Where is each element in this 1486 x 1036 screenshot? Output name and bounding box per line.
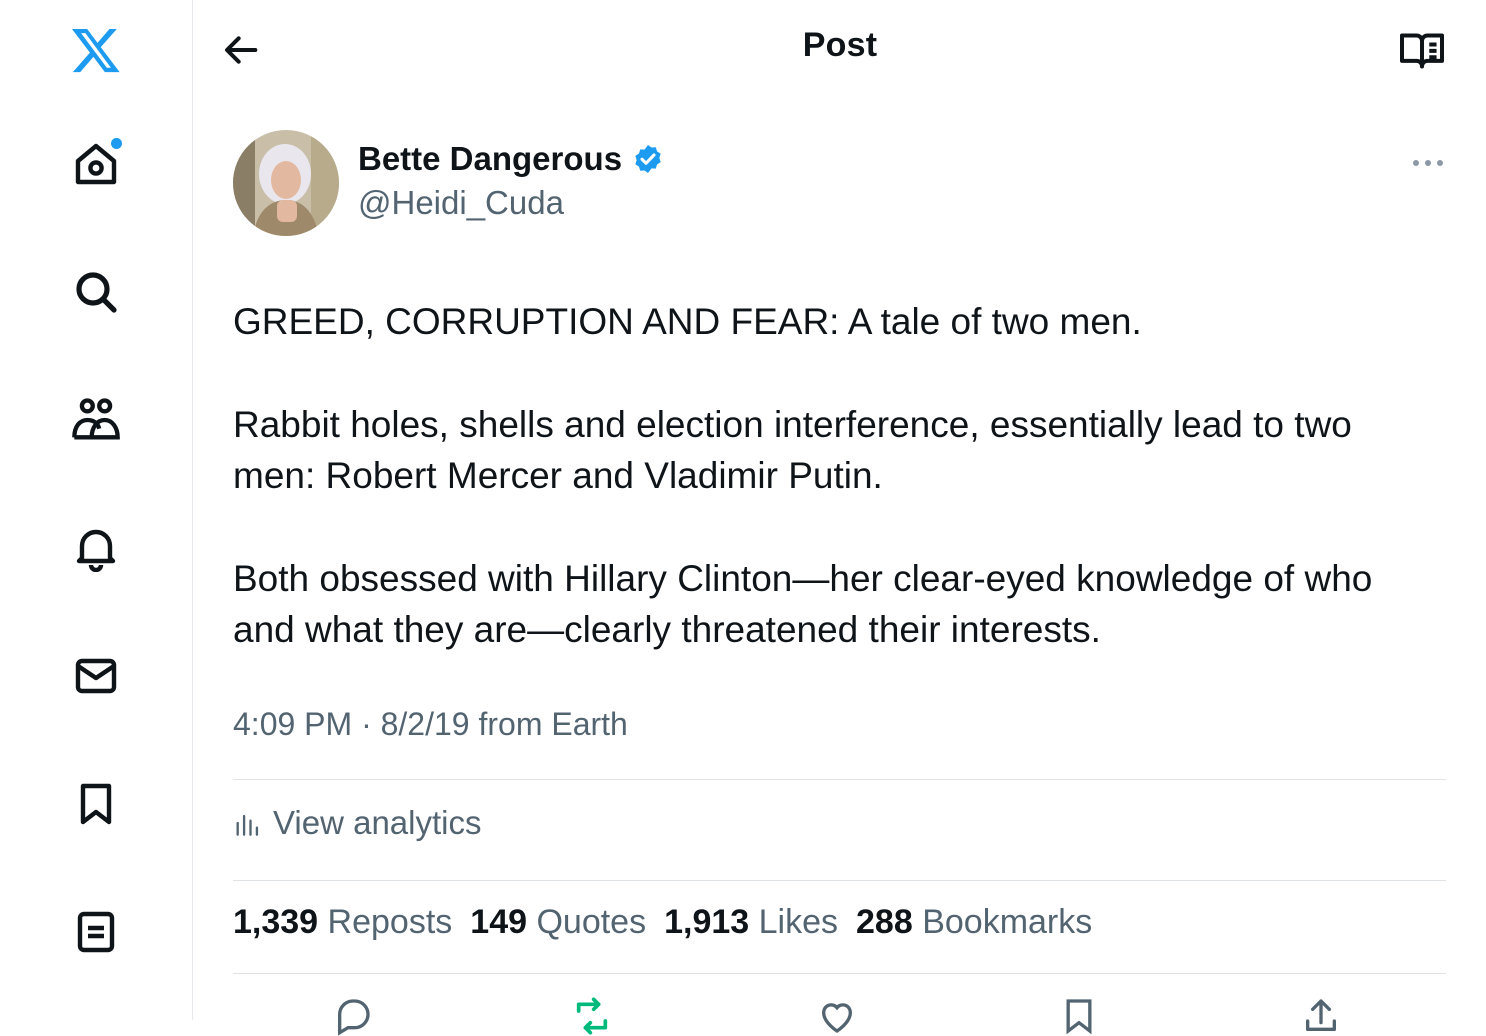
likes-count: 1,913 (664, 903, 750, 941)
notifications-icon[interactable] (66, 518, 126, 578)
more-options-button[interactable] (1406, 146, 1450, 180)
post-timestamp[interactable]: 4:09 PM · 8/2/19 from Earth (233, 706, 628, 743)
avatar-image (233, 130, 339, 236)
post-text: GREED, CORRUPTION AND FEAR: A tale of tw… (233, 296, 1443, 707)
communities-icon[interactable] (66, 390, 126, 450)
lists-icon[interactable] (66, 902, 126, 962)
reply-button[interactable] (329, 996, 377, 1036)
author-name-row[interactable]: Bette Dangerous (358, 140, 664, 178)
notification-dot (111, 138, 122, 149)
post-paragraph: Both obsessed with Hillary Clinton—her c… (233, 558, 1373, 650)
more-dots-icon (1413, 160, 1443, 166)
sidebar (0, 0, 193, 1020)
likes-stat[interactable]: 1,913 Likes (664, 903, 838, 942)
analytics-icon (236, 814, 259, 836)
quotes-label: Quotes (536, 903, 647, 941)
x-logo[interactable] (66, 20, 126, 80)
bookmark-button[interactable] (1055, 996, 1103, 1035)
share-button[interactable] (1297, 996, 1345, 1031)
divider (233, 880, 1446, 881)
likes-label: Likes (758, 903, 839, 941)
bookmarks-icon[interactable] (66, 774, 126, 834)
post-paragraph: Rabbit holes, shells and election interf… (233, 404, 1352, 496)
home-icon[interactable] (66, 134, 126, 194)
quotes-count: 149 (470, 903, 528, 941)
divider (233, 779, 1446, 780)
reposts-label: Reposts (327, 903, 453, 941)
bookmarks-count: 288 (856, 903, 913, 941)
search-icon[interactable] (66, 262, 126, 322)
divider (233, 973, 1446, 974)
bookmarks-stat[interactable]: 288 Bookmarks (856, 903, 1092, 942)
like-button[interactable] (813, 996, 861, 1033)
share-icon (1306, 999, 1336, 1031)
verified-badge-icon (635, 145, 661, 173)
repost-button[interactable] (568, 996, 616, 1035)
book-icon (1400, 33, 1444, 69)
post-paragraph: GREED, CORRUPTION AND FEAR: A tale of tw… (233, 301, 1142, 342)
page-title: Post (802, 26, 878, 64)
author-name[interactable]: Bette Dangerous (358, 140, 622, 178)
reposts-count: 1,339 (233, 903, 319, 941)
arrow-left-icon (225, 36, 258, 64)
view-analytics-label: View analytics (273, 804, 482, 841)
back-button[interactable] (222, 24, 262, 76)
messages-icon[interactable] (66, 646, 126, 706)
reposts-stat[interactable]: 1,339 Reposts (233, 903, 452, 942)
repost-icon (576, 997, 608, 1035)
author-handle[interactable]: @Heidi_Cuda (358, 184, 564, 222)
heart-icon (822, 1003, 852, 1033)
quotes-stat[interactable]: 149 Quotes (470, 903, 646, 942)
view-analytics-button[interactable]: View analytics (233, 804, 482, 842)
avatar[interactable] (233, 130, 339, 236)
bookmarks-label: Bookmarks (922, 903, 1093, 941)
reply-icon (338, 999, 370, 1036)
reader-mode-button[interactable] (1394, 26, 1450, 74)
bookmark-icon (1066, 999, 1092, 1035)
engagement-stats: 1,339 Reposts 149 Quotes 1,913 Likes 288… (233, 903, 1092, 942)
